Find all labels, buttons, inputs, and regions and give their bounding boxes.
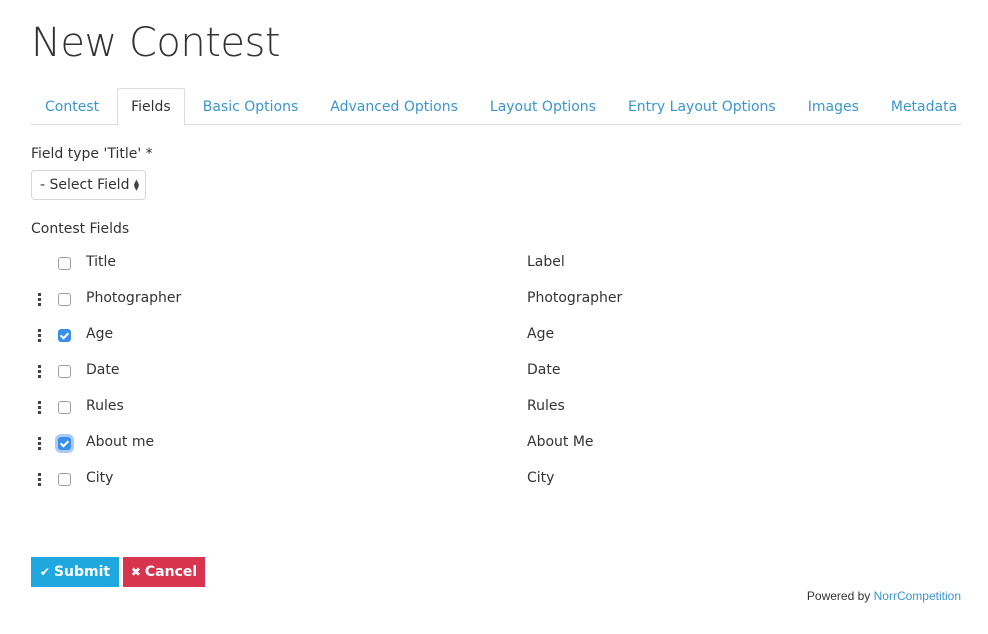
field-label: Rules [527,398,565,414]
field-label: About Me [527,434,594,450]
cancel-button[interactable]: ✖ Cancel [123,557,205,587]
cancel-label: Cancel [144,564,198,580]
field-type-label: Field type 'Title' * [31,146,153,162]
field-checkbox[interactable] [58,473,71,486]
field-row: About me About Me [31,432,931,456]
tab-bar: Contest Fields Basic Options Advanced Op… [31,88,961,126]
times-icon: ✖ [130,565,141,579]
field-label: Photographer [527,290,623,306]
page: New Contest Contest Fields Basic Options… [0,0,988,634]
footer: Powered by NorrCompetition [807,589,961,603]
check-icon: ✔ [39,565,50,579]
tab-entry-layout-options[interactable]: Entry Layout Options [614,88,790,125]
column-header-title: Title [86,254,117,270]
select-arrows-icon: ▲ ▼ [133,178,140,192]
field-row: Rules Rules [31,396,931,420]
submit-label: Submit [53,564,111,580]
field-name: City [86,470,114,486]
select-value: - Select Field - [40,177,139,193]
field-checkbox[interactable] [58,437,71,450]
field-name: Photographer [86,290,182,306]
field-checkbox[interactable] [58,401,71,414]
drag-handle-icon[interactable] [38,365,42,378]
tab-images[interactable]: Images [794,88,873,125]
field-label: Date [527,362,561,378]
field-row: Date Date [31,360,931,384]
field-label: Age [527,326,555,342]
field-name: Age [86,326,114,342]
field-row: Age Age [31,324,931,348]
fields-header-row: Title Label [31,252,931,276]
drag-handle-icon[interactable] [38,473,42,486]
field-name: Rules [86,398,124,414]
field-label: City [527,470,555,486]
tab-metadata[interactable]: Metadata [877,88,971,125]
column-header-label: Label [527,254,565,270]
tab-fields[interactable]: Fields [117,88,185,126]
field-checkbox[interactable] [58,365,71,378]
tab-contest[interactable]: Contest [31,88,113,125]
drag-handle-icon[interactable] [38,401,42,414]
submit-button[interactable]: ✔ Submit [31,557,119,587]
drag-handle-icon[interactable] [38,437,42,450]
field-checkbox[interactable] [58,329,71,342]
contest-fields-label: Contest Fields [31,221,130,237]
tab-layout-options[interactable]: Layout Options [476,88,610,125]
tab-basic-options[interactable]: Basic Options [189,88,313,125]
field-checkbox[interactable] [58,293,71,306]
field-row: Photographer Photographer [31,288,931,312]
tab-advanced-options[interactable]: Advanced Options [316,88,472,125]
select-all-checkbox[interactable] [58,257,71,270]
page-title: New Contest [31,20,281,66]
drag-handle-icon[interactable] [38,293,42,306]
norrcompetition-link[interactable]: NorrCompetition [874,589,961,603]
drag-handle-icon[interactable] [38,329,42,342]
field-type-select[interactable]: - Select Field - ▲ ▼ [31,170,146,200]
field-name: Date [86,362,120,378]
field-name: About me [86,434,155,450]
powered-by-text: Powered by [806,589,871,603]
field-row: City City [31,468,931,492]
